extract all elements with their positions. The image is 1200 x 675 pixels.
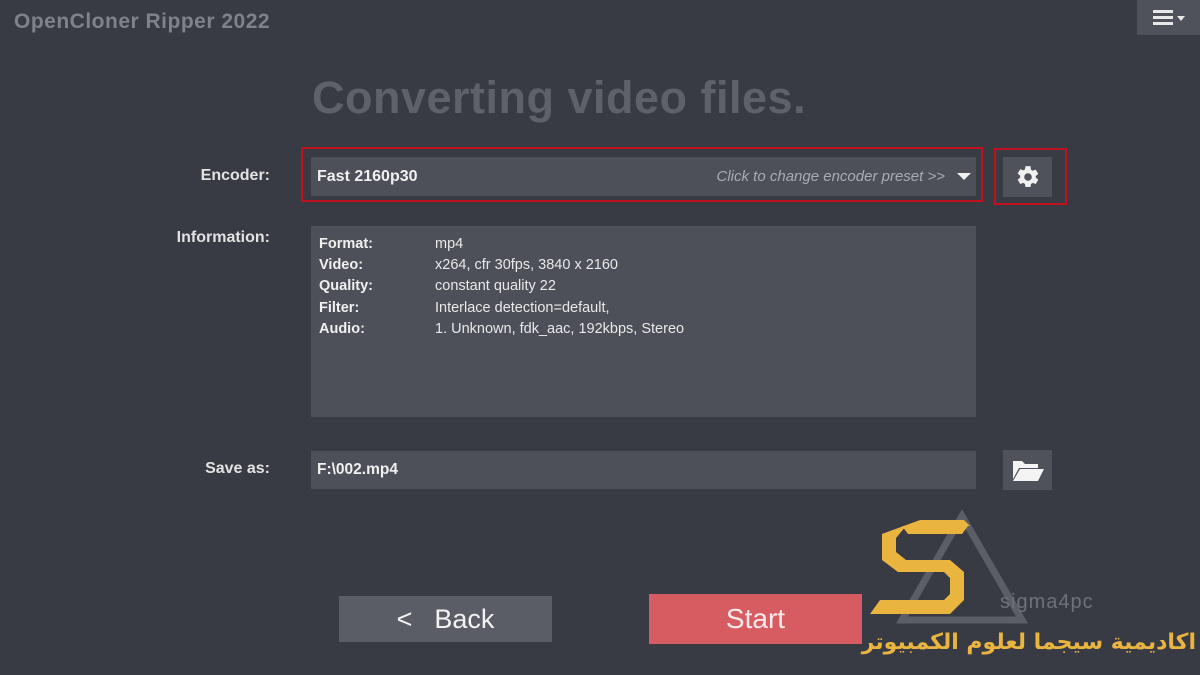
encoder-settings-button[interactable] — [1003, 157, 1052, 197]
info-row: Quality: constant quality 22 — [319, 276, 968, 297]
start-button[interactable]: Start — [649, 594, 862, 644]
information-label: Information: — [176, 229, 270, 246]
info-value: constant quality 22 — [435, 278, 556, 295]
info-key: Filter: — [319, 299, 360, 316]
menu-caret-icon — [1176, 16, 1185, 21]
app-title: OpenCloner Ripper 2022 — [14, 10, 271, 33]
gear-icon — [1017, 166, 1038, 188]
browse-folder-button[interactable] — [1003, 450, 1052, 490]
encoder-label: Encoder: — [200, 167, 270, 184]
info-value: Interlace detection=default, — [435, 299, 610, 316]
hamburger-menu-icon — [1152, 10, 1173, 25]
info-key: Video: — [319, 256, 364, 273]
info-key: Format: — [319, 235, 373, 252]
info-key: Quality: — [319, 278, 373, 295]
info-row: Filter: Interlace detection=default, — [319, 297, 968, 318]
info-row: Format: mp4 — [319, 233, 968, 254]
info-value: mp4 — [435, 235, 464, 252]
information-panel: Format: mp4 Video: x264, cfr 30fps, 3840… — [311, 226, 976, 417]
encoder-preset-hint: Click to change encoder preset >> — [716, 168, 945, 185]
back-button-label: Back — [434, 603, 495, 634]
info-row: Video: x264, cfr 30fps, 3840 x 2160 — [319, 254, 968, 275]
folder-open-icon — [1012, 461, 1044, 481]
info-value: x264, cfr 30fps, 3840 x 2160 — [435, 256, 618, 273]
encoder-preset-dropdown[interactable]: Fast 2160p30 Click to change encoder pre… — [311, 157, 976, 196]
chevron-down-icon — [957, 173, 971, 180]
info-row: Audio: 1. Unknown, fdk_aac, 192kbps, Ste… — [319, 318, 968, 339]
page-heading: Converting video files. — [312, 72, 807, 123]
info-key: Audio: — [319, 320, 365, 337]
watermark-brand-text: sigma4pc — [1000, 591, 1094, 613]
hamburger-menu-button[interactable] — [1137, 0, 1200, 35]
save-as-label: Save as: — [205, 460, 270, 477]
back-arrow-icon: < — [396, 603, 413, 634]
back-button[interactable]: < Back — [339, 596, 552, 642]
info-value: 1. Unknown, fdk_aac, 192kbps, Stereo — [435, 320, 685, 337]
save-path-field[interactable]: F:\002.mp4 — [311, 451, 976, 489]
encoder-preset-value: Fast 2160p30 — [317, 167, 418, 185]
watermark-arabic-text: اكاديمية سيجما لعلوم الكمبيوتر — [861, 630, 1196, 655]
start-button-label: Start — [725, 603, 786, 634]
